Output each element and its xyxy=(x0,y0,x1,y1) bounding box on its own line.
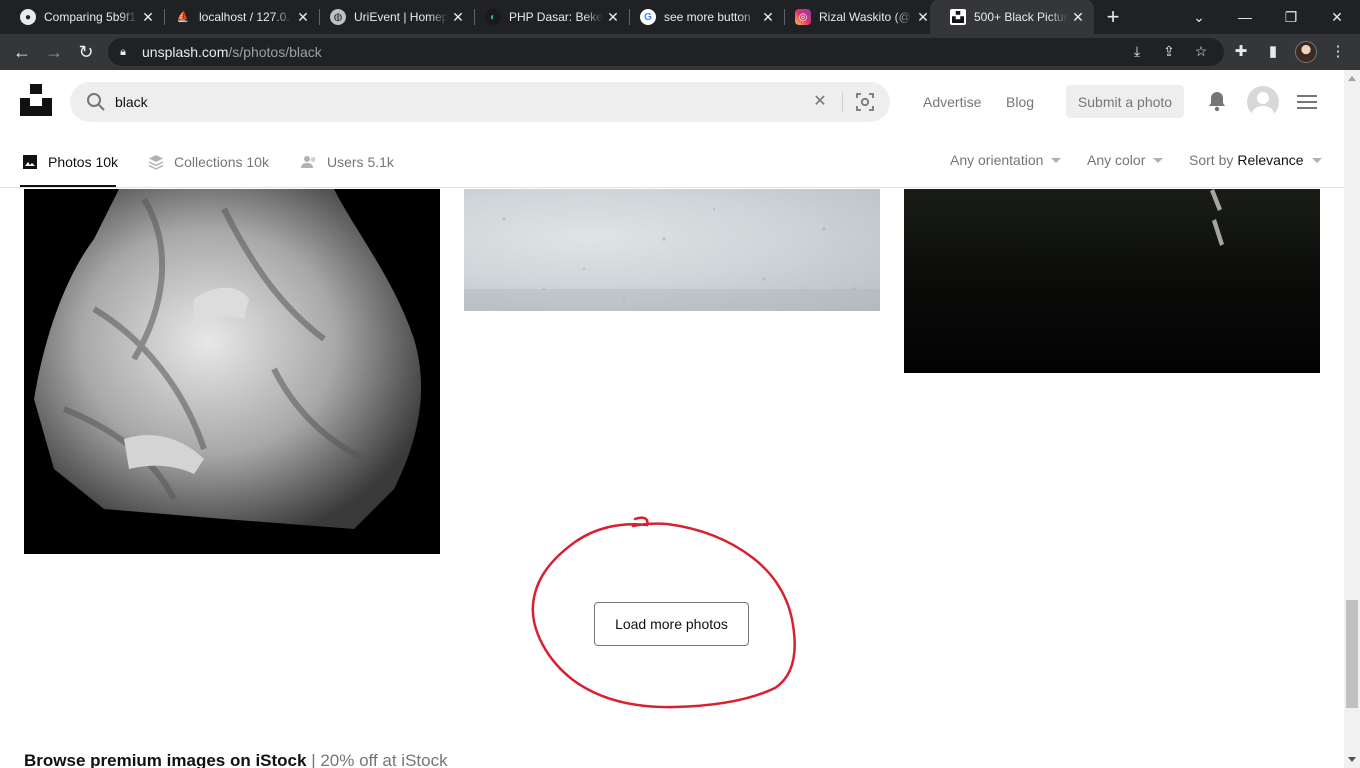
globe-icon: ◍ xyxy=(330,9,346,25)
browser-tab[interactable]: G see more button ✕ xyxy=(620,0,784,34)
hamburger-menu-icon[interactable] xyxy=(1297,95,1317,109)
photo-icon xyxy=(23,155,37,169)
advertise-link[interactable]: Advertise xyxy=(923,94,981,110)
tab-photos[interactable]: Photos 10k xyxy=(22,152,118,172)
photo-dark-road[interactable] xyxy=(904,189,1320,373)
new-tab-button[interactable]: + xyxy=(1100,4,1126,30)
tab-users-label: Users 5.1k xyxy=(327,154,394,170)
color-filter[interactable]: Any color xyxy=(1087,152,1164,168)
phpmyadmin-icon: ⛵ xyxy=(176,11,190,23)
photo-statue[interactable] xyxy=(24,189,440,554)
browser-menu-icon[interactable]: ⋮ xyxy=(1328,42,1348,62)
search-input[interactable] xyxy=(115,82,815,122)
notification-bell-icon[interactable] xyxy=(1206,90,1228,112)
photo-concrete-texture[interactable] xyxy=(464,189,880,311)
orientation-label: Any orientation xyxy=(950,152,1044,168)
submit-photo-button[interactable]: Submit a photo xyxy=(1066,85,1184,118)
back-icon[interactable]: ← xyxy=(10,40,34,64)
forward-icon[interactable]: → xyxy=(42,40,66,64)
sort-prefix: Sort by xyxy=(1189,152,1234,168)
side-panel-icon[interactable]: ▮ xyxy=(1263,42,1283,62)
unsplash-icon xyxy=(950,9,966,25)
extensions-icon[interactable]: ✚ xyxy=(1231,42,1251,62)
browser-tab[interactable]: ◎ Rizal Waskito (@ ✕ xyxy=(775,0,939,34)
tab-users[interactable]: Users 5.1k xyxy=(301,152,394,172)
page-scrollbar[interactable] xyxy=(1344,70,1360,768)
tab-photos-label: Photos 10k xyxy=(48,154,119,170)
restore-button[interactable]: ❐ xyxy=(1268,0,1314,34)
collections-icon xyxy=(148,155,164,170)
browser-tab[interactable]: ◐ PHP Dasar: Beker ✕ xyxy=(465,0,629,34)
site-header: ✕ Advertise Blog Submit a photo Photos 1… xyxy=(0,70,1344,188)
browser-tab[interactable]: ● Comparing 5b9f1 ✕ xyxy=(0,0,164,34)
active-tab-indicator xyxy=(20,185,116,187)
browser-toolbar: ← → ↻ 🔒︎ unsplash.com/s/photos/black ⤓ ⇪… xyxy=(0,34,1360,70)
search-bar: ✕ xyxy=(70,82,890,122)
codepolitan-icon: ◐ xyxy=(485,9,501,25)
tab-search-icon[interactable]: ⌄ xyxy=(1176,0,1222,34)
istock-subtext: | 20% off at iStock xyxy=(311,751,448,768)
user-avatar[interactable] xyxy=(1247,86,1279,118)
browser-tab-active[interactable]: 500+ Black Pictur ✕ xyxy=(930,0,1094,34)
search-divider xyxy=(842,92,843,112)
bookmark-star-icon[interactable]: ☆ xyxy=(1192,42,1210,60)
github-icon: ● xyxy=(20,9,36,25)
chevron-down-icon xyxy=(1311,157,1322,163)
instagram-icon: ◎ xyxy=(795,9,811,25)
scroll-down-icon[interactable] xyxy=(1348,757,1356,762)
users-icon xyxy=(301,156,316,168)
scrollbar-thumb[interactable] xyxy=(1346,600,1358,708)
tab-collections-label: Collections 10k xyxy=(174,154,269,170)
istock-heading: Browse premium images on iStock xyxy=(24,751,307,768)
close-window-button[interactable]: ✕ xyxy=(1314,0,1360,34)
browser-tab[interactable]: ⛵ localhost / 127.0. ✕ xyxy=(155,0,319,34)
browser-tab-strip: ● Comparing 5b9f1 ✕ ⛵ localhost / 127.0.… xyxy=(0,0,1360,34)
browser-tab[interactable]: ◍ UriEvent | Homep ✕ xyxy=(310,0,474,34)
color-label: Any color xyxy=(1087,152,1146,168)
blog-link[interactable]: Blog xyxy=(1006,94,1034,110)
close-tab-icon[interactable]: ✕ xyxy=(1068,9,1088,26)
url-path: /s/photos/black xyxy=(228,44,322,60)
clear-search-icon[interactable]: ✕ xyxy=(809,91,831,113)
sort-value: Relevance xyxy=(1237,152,1304,168)
url-domain: unsplash.com xyxy=(142,44,229,60)
chevron-down-icon xyxy=(1051,157,1062,163)
address-bar[interactable]: 🔒︎ unsplash.com/s/photos/black xyxy=(108,38,1224,66)
google-icon: G xyxy=(640,9,656,25)
search-icon[interactable] xyxy=(86,92,106,112)
lock-icon: 🔒︎ xyxy=(120,45,126,58)
browser-profile-avatar[interactable] xyxy=(1295,41,1317,63)
minimize-button[interactable]: — xyxy=(1222,0,1268,34)
visual-search-icon[interactable] xyxy=(855,92,875,112)
reload-icon[interactable]: ↻ xyxy=(74,40,98,64)
sort-filter[interactable]: Sort by Relevance xyxy=(1189,152,1322,168)
orientation-filter[interactable]: Any orientation xyxy=(950,152,1062,168)
install-app-icon[interactable]: ⤓ xyxy=(1128,42,1146,60)
load-more-photos-button[interactable]: Load more photos xyxy=(594,602,749,646)
istock-promo[interactable]: Browse premium images on iStock | 20% of… xyxy=(24,751,448,768)
chevron-down-icon xyxy=(1153,157,1164,163)
scroll-up-icon[interactable] xyxy=(1348,76,1356,81)
tab-collections[interactable]: Collections 10k xyxy=(148,152,269,172)
share-icon[interactable]: ⇪ xyxy=(1160,42,1178,60)
unsplash-logo-icon[interactable] xyxy=(20,84,52,116)
